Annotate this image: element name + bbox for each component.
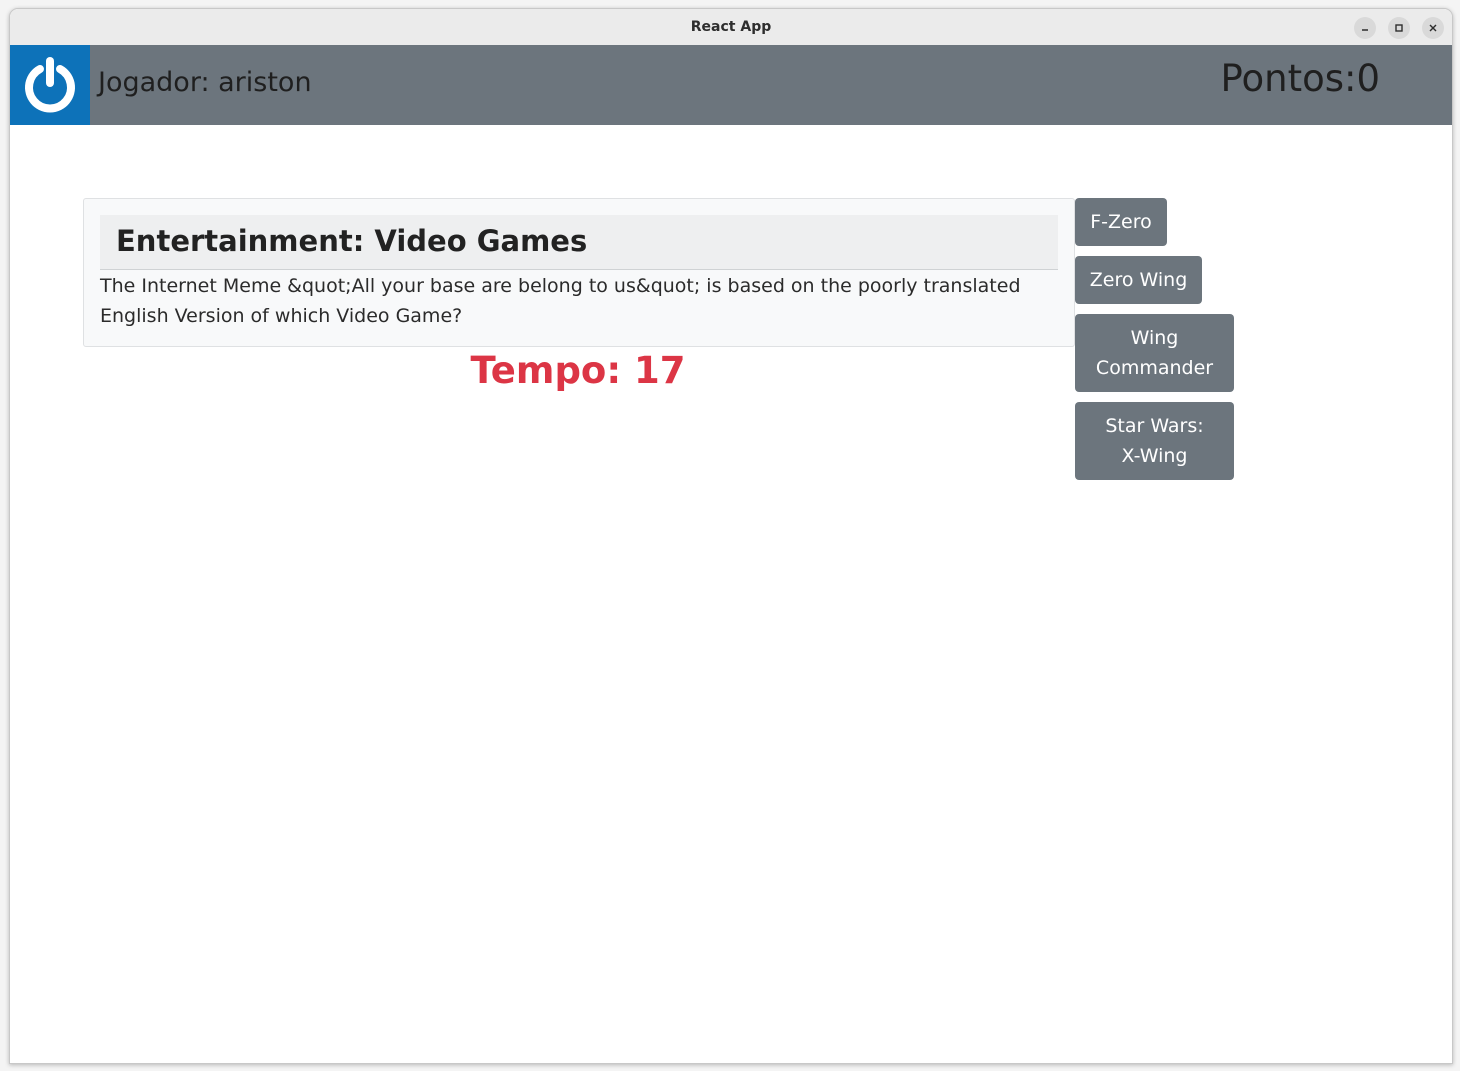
minimize-button[interactable] <box>1354 17 1376 39</box>
answer-button-zero-wing[interactable]: Zero Wing <box>1075 256 1202 304</box>
answer-button-star-wars-x-wing[interactable]: Star Wars: X-Wing <box>1075 402 1234 480</box>
answer-button-wing-commander[interactable]: Wing Commander <box>1075 314 1234 392</box>
window-titlebar: React App <box>10 9 1452 46</box>
logout-button[interactable] <box>10 45 90 125</box>
window-title: React App <box>690 19 772 35</box>
top-navbar: Jogador: ariston Pontos:0 <box>10 45 1452 125</box>
timer-display: Tempo: 17 <box>470 349 686 392</box>
close-button[interactable] <box>1422 17 1444 39</box>
power-icon <box>25 57 75 113</box>
app-window: React App Jogador: ariston Pontos:0 Ente… <box>9 8 1453 1064</box>
question-category: Entertainment: Video Games <box>116 224 588 258</box>
maximize-icon <box>1395 24 1403 32</box>
minimize-icon <box>1362 29 1368 31</box>
close-icon <box>1429 24 1437 32</box>
maximize-button[interactable] <box>1388 17 1410 39</box>
answer-button-f-zero[interactable]: F-Zero <box>1075 198 1167 246</box>
question-card: Entertainment: Video Games The Internet … <box>83 198 1075 347</box>
player-name: Jogador: ariston <box>98 67 312 98</box>
score-display: Pontos:0 <box>1220 57 1380 100</box>
question-text: The Internet Meme &quot;All your base ar… <box>100 275 1021 327</box>
question-card-header: Entertainment: Video Games <box>100 215 1058 270</box>
